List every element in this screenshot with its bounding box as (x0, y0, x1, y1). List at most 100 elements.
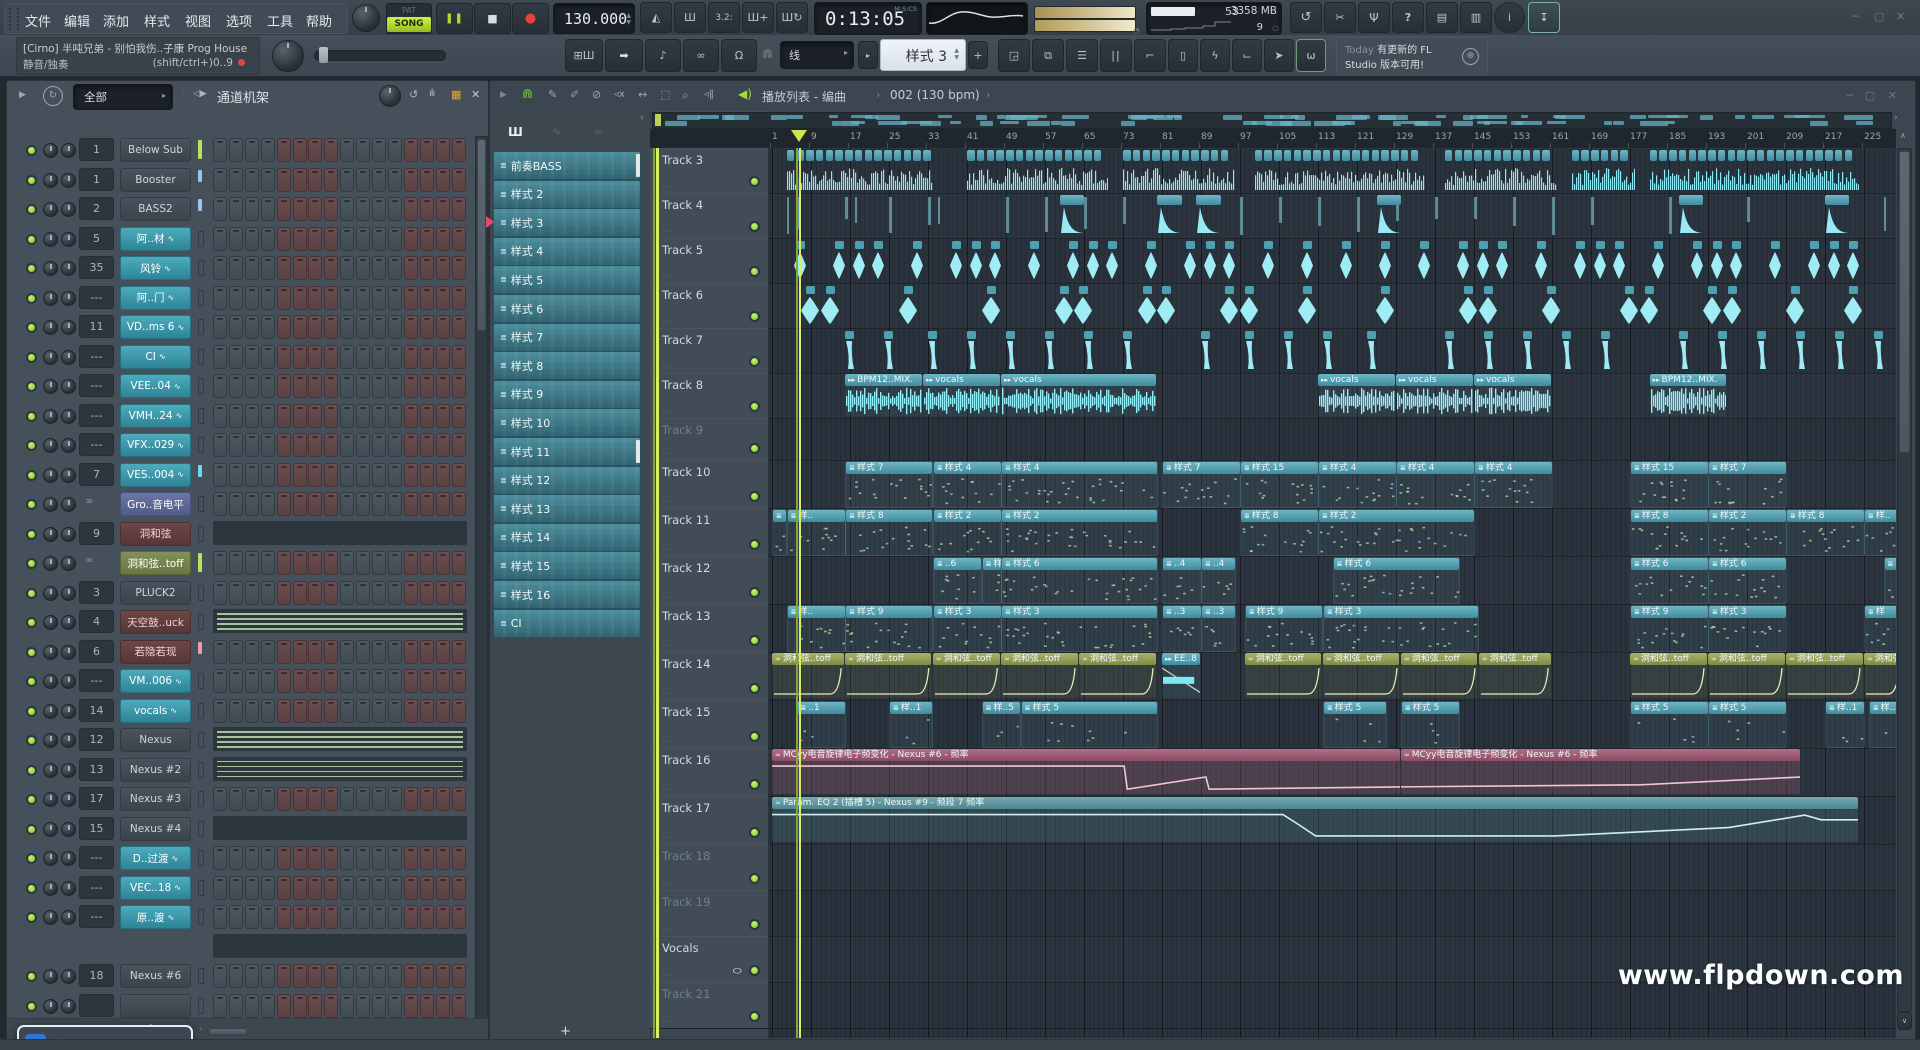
pattern-clip[interactable]: ≣样式 2 (1001, 509, 1158, 556)
step-cell[interactable] (372, 699, 386, 723)
step-cell[interactable] (356, 138, 370, 162)
pattern-clip[interactable]: ≣样式 9 (1630, 605, 1709, 652)
step-cell[interactable] (229, 994, 243, 1018)
clip-label[interactable]: ∞洞和弦..toff (933, 653, 1000, 665)
audio-clip-tab[interactable] (1372, 150, 1380, 161)
step-cell[interactable] (420, 581, 434, 605)
clip-label[interactable]: ≣样式 5 (1709, 702, 1786, 714)
channel-volume-knob[interactable] (61, 468, 76, 483)
step-cell[interactable] (340, 197, 354, 221)
audio-clip-tab[interactable] (1679, 150, 1687, 161)
channel-volume-knob[interactable] (61, 851, 76, 866)
step-cell[interactable] (261, 551, 275, 575)
step-cell[interactable] (340, 227, 354, 251)
track-lane[interactable]: ≣样..≣样式 9≣样式 3≣样式 3≣..3≣..3≣样式 9≣样式 3≣样式… (768, 604, 1896, 653)
step-cell[interactable] (420, 876, 434, 900)
detached-view-icon[interactable]: ◲ (998, 39, 1030, 72)
step-cell[interactable] (213, 994, 227, 1018)
channel-pan-knob[interactable] (43, 556, 58, 571)
step-cell[interactable] (324, 994, 338, 1018)
channel-volume-knob[interactable] (61, 527, 76, 542)
step-cell[interactable] (356, 404, 370, 428)
track-name[interactable]: Track 5 (662, 243, 703, 257)
channel-display[interactable]: 6 (79, 640, 114, 663)
step-cell[interactable] (277, 581, 291, 605)
pattern-item[interactable]: ≣样式 3 (493, 208, 641, 237)
step-cell[interactable] (213, 463, 227, 487)
channel-pan-knob[interactable] (43, 409, 58, 424)
pattern-item[interactable]: ≣样式 9 (493, 380, 641, 409)
audio-clip-tab[interactable] (1445, 331, 1454, 339)
channel-led[interactable] (26, 352, 37, 363)
pl-minimize-icon[interactable]: ─ (1846, 89, 1853, 102)
channel-led[interactable] (26, 499, 37, 510)
channel-display[interactable]: --- (79, 345, 114, 368)
audio-clip-tab[interactable] (1455, 150, 1463, 161)
step-cell[interactable] (372, 787, 386, 811)
step-cell[interactable] (277, 138, 291, 162)
step-cell[interactable] (420, 699, 434, 723)
step-cell[interactable] (404, 286, 418, 310)
channel-volume-knob[interactable] (61, 202, 76, 217)
channel-button[interactable]: VEC..18∿ (120, 876, 191, 900)
audio-clip-tab[interactable] (1596, 241, 1605, 249)
track-lane[interactable]: ▸▸BPM12..MIX.▸▸vocals▸▸vocals▸▸vocals▸▸v… (768, 373, 1896, 419)
channel-volume-knob[interactable] (61, 615, 76, 630)
audio-clip-tab[interactable] (1533, 150, 1541, 161)
step-cell[interactable] (404, 669, 418, 693)
clip-label[interactable]: ≣样式 6 (1002, 558, 1157, 570)
step-cell[interactable] (229, 433, 243, 457)
step-cell[interactable] (277, 669, 291, 693)
step-cell[interactable] (420, 905, 434, 929)
track-lane[interactable]: ≣≣样..≣样式 8≣样式 2≣样式 2≣样式 8≣样式 2≣样式 8≣样式 2… (768, 508, 1896, 557)
step-cell[interactable] (388, 374, 402, 398)
audio-clip-tab[interactable] (987, 286, 996, 294)
track-lane[interactable] (768, 148, 1896, 194)
audio-sliver[interactable] (1591, 197, 1594, 225)
step-cell[interactable] (324, 374, 338, 398)
shop-cart-icon[interactable]: ω (1296, 39, 1326, 72)
step-cell[interactable] (404, 256, 418, 280)
step-cell[interactable] (293, 669, 307, 693)
audio-clip-tab[interactable] (1713, 241, 1722, 249)
maximize-button[interactable]: ▢ (1874, 10, 1884, 23)
track-led[interactable] (749, 779, 760, 790)
channel-button[interactable]: Below Sub (120, 138, 191, 162)
menu-help[interactable]: 帮助 (306, 11, 332, 30)
pattern-clip[interactable]: ≣..4 (1201, 557, 1236, 604)
channel-pan-knob[interactable] (43, 379, 58, 394)
step-cell[interactable] (356, 876, 370, 900)
step-cell[interactable] (261, 492, 275, 516)
step-cell[interactable] (436, 345, 450, 369)
channel-led[interactable] (26, 529, 37, 540)
step-cell[interactable] (420, 374, 434, 398)
step-cell[interactable] (452, 168, 466, 192)
channel-pan-knob[interactable] (43, 586, 58, 601)
audio-clip-tab[interactable] (1830, 241, 1839, 249)
step-cell[interactable] (245, 669, 259, 693)
step-cell[interactable] (213, 286, 227, 310)
step-cell[interactable] (293, 227, 307, 251)
audio-clip-tab[interactable] (1162, 286, 1171, 294)
pattern-item[interactable]: ≣样式 8 (493, 351, 641, 380)
audio-clip-tab[interactable] (1503, 150, 1511, 161)
step-cell[interactable] (356, 168, 370, 192)
channel-display[interactable]: --- (79, 905, 114, 928)
shuffle-slider-handle[interactable] (319, 47, 328, 63)
channel-button[interactable]: VES..004∿ (120, 463, 191, 487)
step-cell[interactable] (436, 669, 450, 693)
clip-label[interactable]: ≣样式 6 (1631, 558, 1708, 570)
scroll-down-icon[interactable]: ∨ (1897, 1012, 1912, 1030)
track-name[interactable]: Track 21 (662, 987, 710, 1001)
step-cell[interactable] (213, 315, 227, 339)
automation-clip[interactable]: ∞洞和弦..toff (1708, 653, 1785, 698)
step-cell[interactable] (261, 197, 275, 221)
channel-display[interactable]: 1 (79, 168, 114, 191)
menu-pattern[interactable]: 样式 (144, 11, 170, 30)
stop-button[interactable]: ■ (474, 3, 511, 34)
step-cell[interactable] (356, 581, 370, 605)
channel-pan-knob[interactable] (43, 969, 58, 984)
step-cell[interactable] (372, 168, 386, 192)
update-notice[interactable]: Today 有更新的 FL Studio 版本可用! ⊕ (1336, 37, 1488, 75)
nav-left-arrow[interactable]: ‹ (640, 113, 644, 123)
